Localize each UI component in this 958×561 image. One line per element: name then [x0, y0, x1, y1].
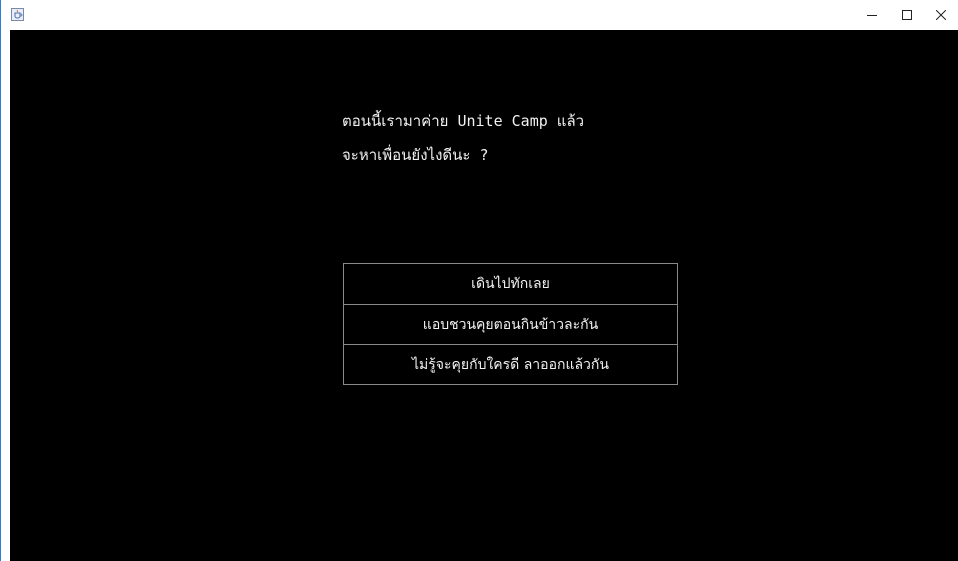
maximize-icon	[902, 10, 912, 20]
game-window: ตอนนี้เรามาค่าย Unite Camp แล้วจะหาเพื่อ…	[0, 0, 958, 561]
story-text: ตอนนี้เรามาค่าย Unite Camp แล้วจะหาเพื่อ…	[342, 104, 584, 172]
choice-button-quit[interactable]: ไม่รู้จะคุยกับใครดี ลาออกแล้วกัน	[344, 344, 677, 384]
minimize-icon	[867, 15, 877, 16]
close-icon	[936, 10, 946, 20]
close-button[interactable]	[924, 0, 958, 30]
story-line-1: ตอนนี้เรามาค่าย Unite Camp แล้ว	[342, 112, 585, 130]
choice-button-lunch-chat[interactable]: แอบชวนคุยตอนกินข้าวละกัน	[344, 304, 677, 344]
story-line-2: จะหาเพื่อนยังไงดีนะ ?	[342, 146, 489, 164]
maximize-button[interactable]	[890, 0, 924, 30]
title-bar[interactable]	[1, 0, 958, 30]
choice-menu: เดินไปทักเลย แอบชวนคุยตอนกินข้าวละกัน ไม…	[343, 263, 678, 385]
game-screen: ตอนนี้เรามาค่าย Unite Camp แล้วจะหาเพื่อ…	[10, 30, 958, 561]
java-cup-icon[interactable]	[11, 8, 24, 21]
minimize-button[interactable]	[855, 0, 889, 30]
choice-button-greet[interactable]: เดินไปทักเลย	[344, 264, 677, 304]
